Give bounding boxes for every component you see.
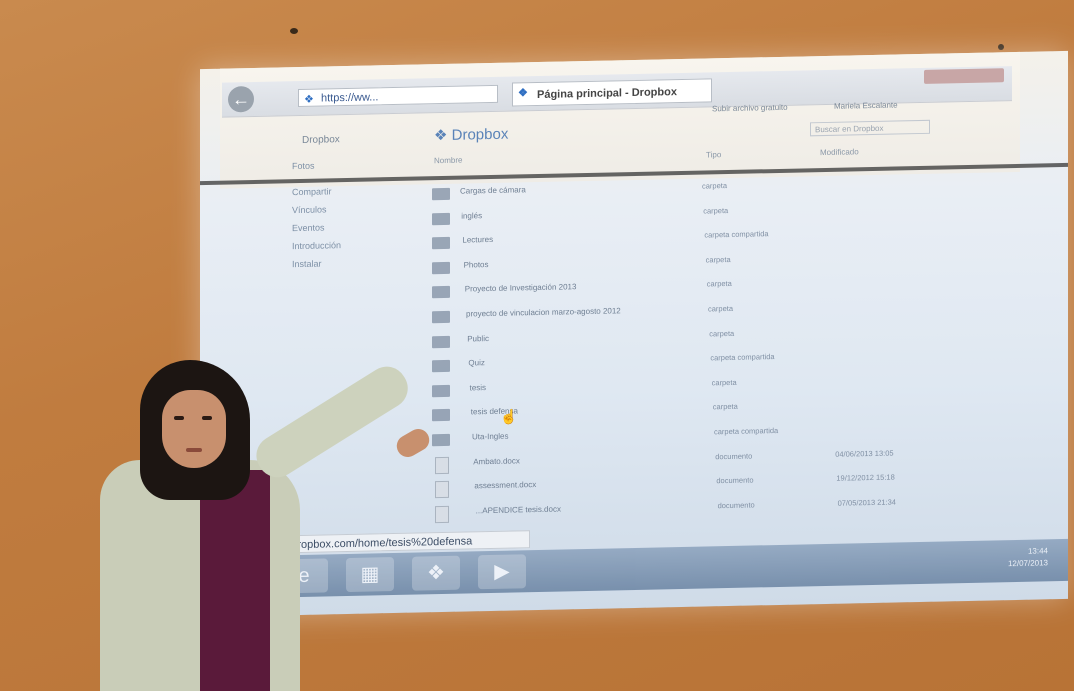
file-name[interactable]: Cargas de cámara: [460, 185, 526, 195]
column-modified[interactable]: Modificado: [820, 147, 859, 157]
file-date: 19/12/2012 15:18: [836, 472, 895, 483]
folder-icon: [432, 261, 450, 275]
back-button[interactable]: ←: [228, 85, 254, 113]
hand-cursor-icon: ☝: [500, 408, 518, 425]
sidebar-item-intro[interactable]: Introducción: [292, 235, 402, 255]
file-type: documento: [715, 451, 753, 461]
folder-icon: [432, 187, 450, 201]
folder-icon: [432, 310, 450, 324]
file-name[interactable]: Ambato.docx: [473, 456, 520, 466]
file-name[interactable]: Proyecto de Investigación 2013: [465, 283, 577, 294]
folder-icon: [432, 433, 450, 447]
file-name[interactable]: Public: [467, 334, 489, 343]
sidebar-item-photos[interactable]: Fotos: [292, 155, 402, 175]
face: [162, 390, 226, 468]
folder-icon: [432, 409, 450, 422]
dropbox-logo: ❖ Dropbox: [434, 125, 509, 145]
pointing-arm: [248, 359, 416, 485]
wall-mark: [290, 28, 298, 34]
sidebar-item-install[interactable]: Instalar: [292, 253, 402, 273]
file-type: carpeta: [705, 254, 731, 265]
sidebar-item-events[interactable]: Eventos: [292, 217, 402, 237]
folder-icon: [432, 360, 450, 373]
file-name[interactable]: Lectures: [462, 235, 493, 245]
file-type: carpeta: [709, 328, 735, 338]
document-icon: [435, 481, 449, 499]
file-list: Cargas de cámara carpeta inglés carpeta Lect…: [432, 172, 1032, 529]
presenter: [100, 359, 434, 691]
user-menu[interactable]: Mariela Escalante: [834, 100, 898, 110]
folder-icon: [432, 237, 450, 250]
upload-link[interactable]: Subir archivo gratuito: [712, 103, 788, 114]
sidebar-item-share[interactable]: Compartir: [292, 181, 402, 201]
media-player-icon[interactable]: ▶: [478, 554, 526, 590]
column-type[interactable]: Tipo: [706, 150, 721, 159]
column-name[interactable]: Nombre: [434, 156, 462, 166]
eye: [174, 416, 184, 420]
file-type: carpeta: [706, 279, 732, 289]
file-name[interactable]: proyecto de vinculacion marzo-agosto 201…: [466, 306, 621, 318]
address-text: https://ww...: [321, 91, 379, 105]
file-type: carpeta: [711, 377, 737, 388]
dropbox-icon: ❖: [304, 93, 314, 106]
browser-tab[interactable]: ❖ Página principal - Dropbox: [512, 78, 712, 107]
file-date: 04/06/2013 13:05: [835, 448, 894, 459]
clock-date: 12/07/2013: [1007, 558, 1048, 569]
window-controls[interactable]: [924, 68, 1004, 84]
file-name[interactable]: Quiz: [468, 358, 484, 367]
file-name[interactable]: Photos: [464, 260, 489, 270]
sidebar-item-links[interactable]: Vínculos: [292, 199, 402, 219]
sidebar-brand[interactable]: Dropbox: [302, 134, 340, 146]
file-type: carpeta compartida: [714, 425, 779, 437]
clock-time: 13:44: [1027, 546, 1048, 556]
file-name[interactable]: ...APENDICE tesis.docx: [476, 504, 561, 515]
search-input[interactable]: Buscar en Dropbox: [810, 119, 930, 137]
file-type: documento: [716, 475, 754, 486]
address-bar[interactable]: ❖ https://ww...: [298, 84, 498, 108]
shirt: [200, 470, 270, 691]
document-icon: [435, 456, 449, 474]
file-type: carpeta: [708, 303, 734, 314]
folder-icon: [432, 286, 450, 299]
file-type: carpeta: [703, 205, 729, 216]
file-name[interactable]: inglés: [461, 211, 482, 220]
file-type: carpeta: [702, 181, 728, 191]
logo-text: Dropbox: [451, 125, 509, 144]
file-name[interactable]: assessment.docx: [474, 480, 536, 490]
wall-mark: [998, 44, 1004, 50]
folder-icon: [432, 335, 450, 348]
dropbox-icon: ❖: [518, 87, 528, 100]
file-date: 07/05/2013 21:34: [837, 497, 896, 508]
file-name[interactable]: Uta-Ingles: [472, 432, 508, 442]
file-type: carpeta: [712, 402, 738, 412]
file-type: carpeta compartida: [710, 352, 775, 363]
folder-icon: [432, 212, 450, 225]
file-type: carpeta compartida: [704, 229, 769, 240]
apps-icon[interactable]: ❖: [412, 555, 460, 591]
file-type: documento: [717, 500, 755, 510]
folder-icon: [432, 384, 450, 397]
eye: [202, 416, 212, 420]
dropbox-sidebar: Fotos Compartir Vínculos Eventos Introdu…: [292, 161, 402, 273]
tab-title: Página principal - Dropbox: [537, 86, 677, 102]
system-clock[interactable]: 13:44 12/07/2013: [1008, 545, 1048, 570]
mouth: [186, 448, 202, 452]
document-icon: [435, 505, 449, 523]
file-name[interactable]: tesis: [470, 383, 486, 392]
